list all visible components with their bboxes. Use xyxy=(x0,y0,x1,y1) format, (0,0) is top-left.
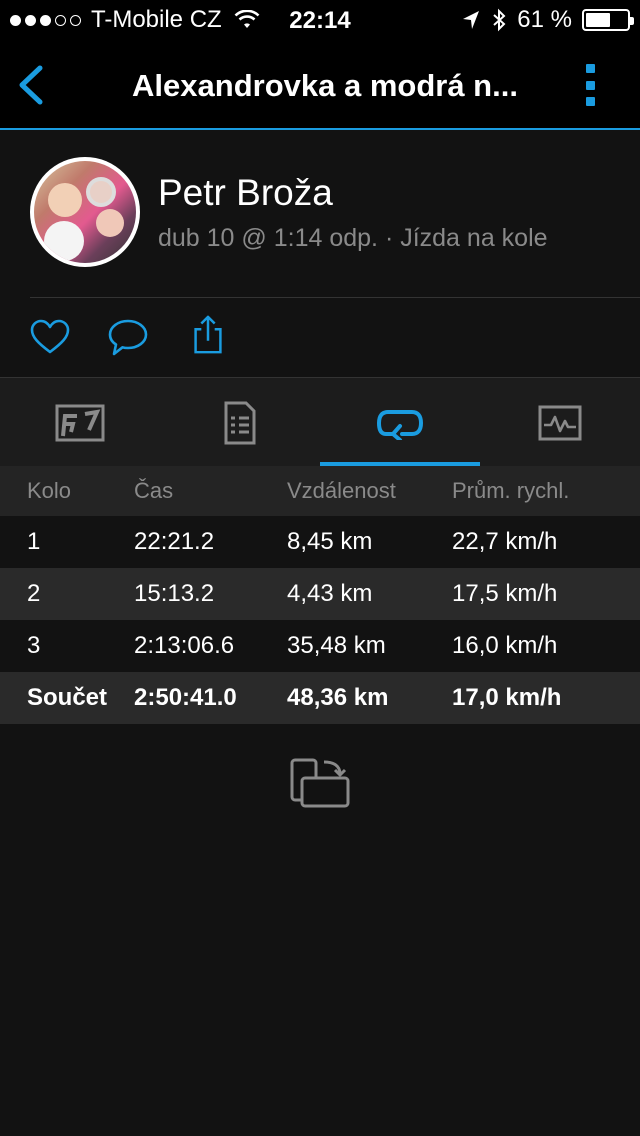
total-avg-speed: 17,0 km/h xyxy=(452,684,562,711)
more-options-icon[interactable] xyxy=(586,64,596,106)
table-row[interactable]: 3 2:13:06.6 35,48 km 16,0 km/h xyxy=(0,620,640,672)
bluetooth-icon xyxy=(493,8,506,32)
activity-meta: dub 10 @ 1:14 odp. · Jízda na kole xyxy=(158,224,548,252)
status-bar: T-Mobile CZ 22:14 61 % xyxy=(0,0,640,40)
divider xyxy=(30,297,640,298)
lap-number: 3 xyxy=(27,632,41,659)
lap-avg-speed: 17,5 km/h xyxy=(452,580,558,607)
tab-charts[interactable] xyxy=(480,378,640,467)
comment-icon[interactable] xyxy=(106,316,150,358)
user-name[interactable]: Petr Broža xyxy=(158,172,333,214)
total-label: Součet xyxy=(27,684,108,711)
rotate-device-icon[interactable] xyxy=(288,756,354,814)
table-row[interactable]: 1 22:21.2 8,45 km 22,7 km/h xyxy=(0,516,640,568)
avatar[interactable] xyxy=(30,157,140,267)
table-row[interactable]: 2 15:13.2 4,43 km 17,5 km/h xyxy=(0,568,640,620)
navigation-bar: Alexandrovka a modrá n... xyxy=(0,40,640,128)
total-distance: 48,36 km xyxy=(287,684,389,711)
lap-avg-speed: 16,0 km/h xyxy=(452,632,558,659)
location-arrow-icon xyxy=(463,11,480,29)
laps-icon xyxy=(376,409,424,440)
lap-avg-speed: 22,7 km/h xyxy=(452,528,558,555)
lap-time: 22:21.2 xyxy=(134,528,215,555)
battery-percentage: 61 % xyxy=(517,6,572,33)
table-header: Kolo Čas Vzdálenost Prům. rychl. xyxy=(0,466,640,516)
column-header-time: Čas xyxy=(134,478,174,503)
tab-details[interactable] xyxy=(160,378,320,467)
lap-time: 2:13:06.6 xyxy=(134,632,235,659)
navbar-divider xyxy=(0,128,640,130)
map-icon xyxy=(55,404,105,441)
tab-laps[interactable] xyxy=(320,378,480,467)
details-icon xyxy=(224,401,256,444)
lap-time: 15:13.2 xyxy=(134,580,215,607)
lap-distance: 8,45 km xyxy=(287,528,373,555)
lap-number: 2 xyxy=(27,580,41,607)
lap-distance: 4,43 km xyxy=(287,580,373,607)
back-icon[interactable] xyxy=(14,64,46,106)
share-icon[interactable] xyxy=(186,314,230,356)
table-total-row: Součet 2:50:41.0 48,36 km 17,0 km/h xyxy=(0,672,640,724)
page-title: Alexandrovka a modrá n... xyxy=(132,68,518,103)
column-header-distance: Vzdálenost xyxy=(287,478,396,503)
column-header-lap: Kolo xyxy=(27,478,72,503)
like-icon[interactable] xyxy=(28,316,72,358)
lap-number: 1 xyxy=(27,528,41,555)
total-time: 2:50:41.0 xyxy=(134,684,237,711)
battery-icon xyxy=(582,9,634,31)
activity-tabs xyxy=(0,377,640,466)
tab-map[interactable] xyxy=(0,378,160,467)
laps-table: Kolo Čas Vzdálenost Prům. rychl. 1 22:21… xyxy=(0,466,640,724)
column-header-avg-speed: Prům. rychl. xyxy=(452,478,570,503)
lap-distance: 35,48 km xyxy=(287,632,386,659)
chart-icon xyxy=(538,405,582,440)
